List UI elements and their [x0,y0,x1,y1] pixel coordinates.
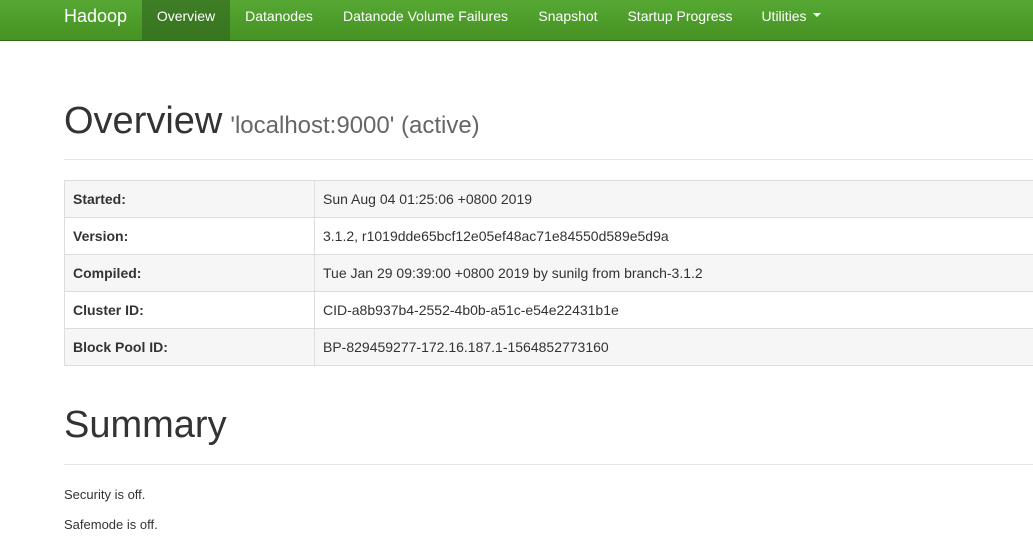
safemode-status: Safemode is off. [64,517,158,532]
row-value: BP-829459277-172.16.187.1-1564852773160 [314,328,1033,366]
table-row: Compiled: Tue Jan 29 09:39:00 +0800 2019… [64,254,1033,292]
top-navbar: Hadoop Overview Datanodes Datanode Volum… [0,0,1033,41]
row-label: Block Pool ID: [64,328,315,366]
nav-datanodes[interactable]: Datanodes [230,0,328,40]
row-value: CID-a8b937b4-2552-4b0b-a51c-e54e22431b1e [314,291,1033,329]
security-status: Security is off. [64,487,146,502]
row-label: Compiled: [64,254,315,292]
table-row: Block Pool ID: BP-829459277-172.16.187.1… [64,328,1033,366]
caret-down-icon [812,13,821,18]
table-row: Cluster ID: CID-a8b937b4-2552-4b0b-a51c-… [64,291,1033,329]
overview-header: Overview 'localhost:9000' (active) [64,96,1033,160]
overview-info-table: Started: Sun Aug 04 01:25:06 +0800 2019 … [64,180,1033,366]
nav-overview[interactable]: Overview [142,0,230,40]
nav-utilities-label: Utilities [761,8,807,24]
row-label: Started: [64,180,315,218]
page-title: Overview 'localhost:9000' (active) [64,96,1033,151]
namenode-address: 'localhost:9000' (active) [230,112,480,139]
nav-snapshot[interactable]: Snapshot [523,0,613,40]
row-value: Sun Aug 04 01:25:06 +0800 2019 [314,180,1033,218]
brand-link[interactable]: Hadoop [64,0,127,40]
row-label: Cluster ID: [64,291,315,329]
row-label: Version: [64,217,315,255]
overview-title: Overview [64,100,223,142]
row-value: 3.1.2, r1019dde65bcf12e05ef48ac71e84550d… [314,217,1033,255]
nav-utilities-dropdown[interactable]: Utilities [747,0,835,40]
nav-startup-progress[interactable]: Startup Progress [613,0,747,40]
row-value: Tue Jan 29 09:39:00 +0800 2019 by sunilg… [314,254,1033,292]
summary-header: Summary [64,400,1033,465]
summary-title: Summary [64,404,227,446]
table-row: Version: 3.1.2, r1019dde65bcf12e05ef48ac… [64,217,1033,255]
table-row: Started: Sun Aug 04 01:25:06 +0800 2019 [64,180,1033,218]
nav-datanode-volume-failures[interactable]: Datanode Volume Failures [328,0,523,40]
